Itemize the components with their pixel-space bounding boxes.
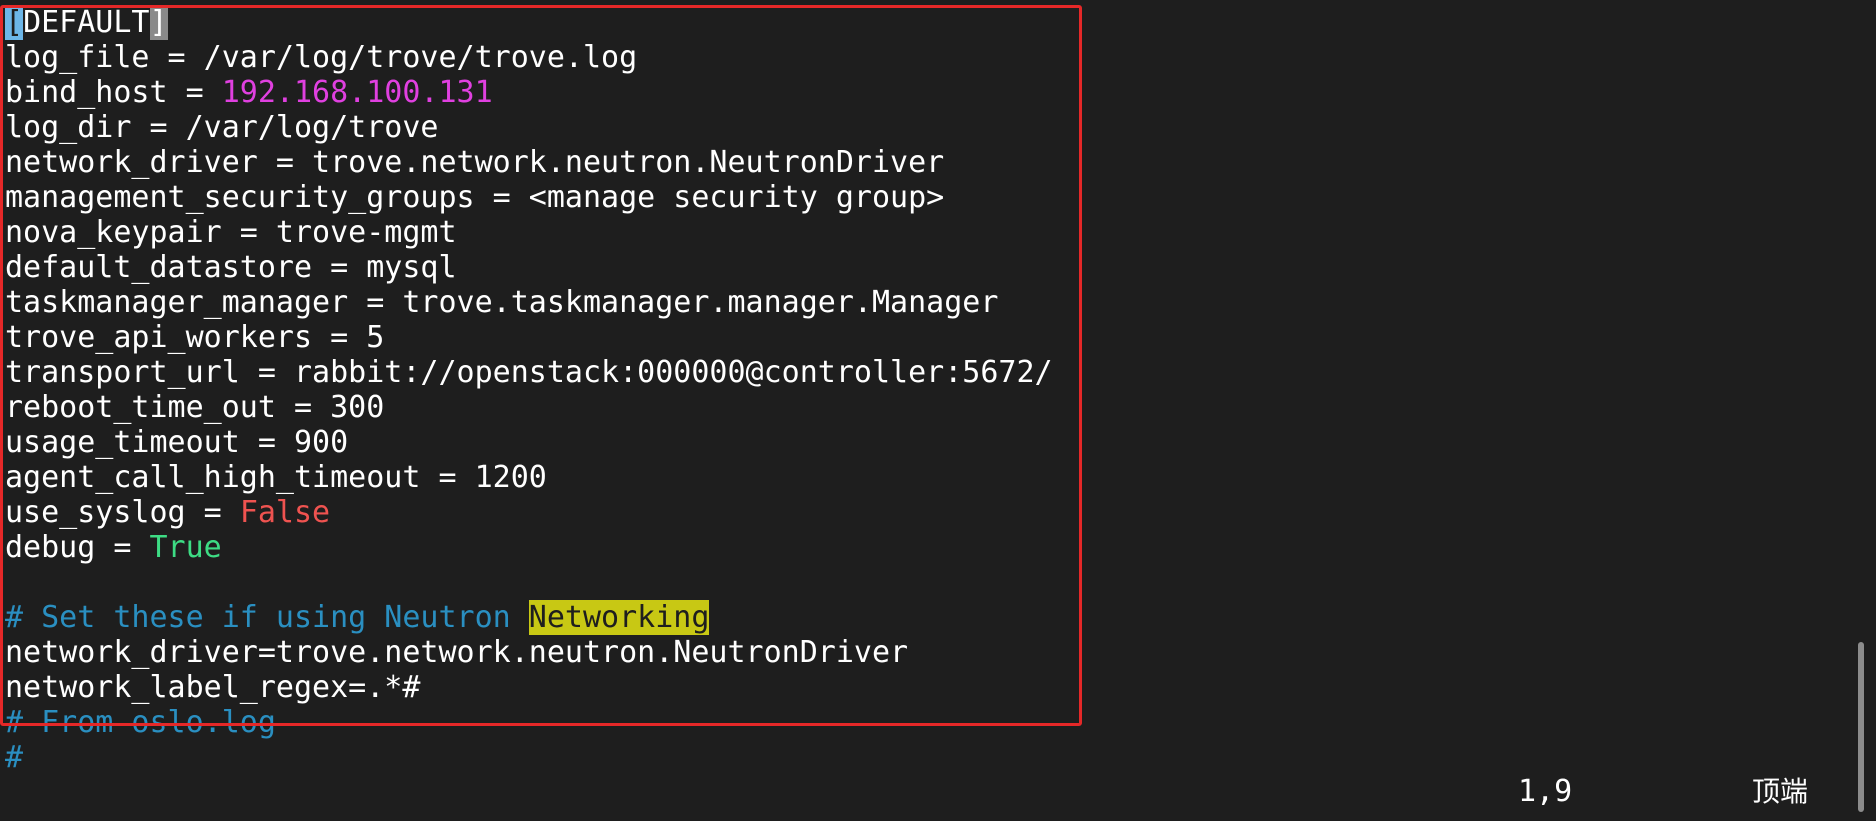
code-text: usage_timeout = 900 [5,425,349,460]
code-text: debug = [5,530,150,565]
code-line[interactable]: # [5,740,1053,775]
boolean-false-value: False [239,495,331,530]
ip-address-value: 192.168.100.131 [221,75,493,110]
code-text: reboot_time_out = 300 [5,390,385,425]
code-comment: # From oslo.log [5,705,276,740]
text-cursor: [ [5,5,24,40]
code-text: management_security_groups = <manage sec… [5,180,945,215]
code-text: trove_api_workers = 5 [5,320,385,355]
code-text: network_driver = trove.network.neutron.N… [5,145,945,180]
code-comment: # Set these if using Neutron [5,600,529,635]
code-text: use_syslog = [5,495,240,530]
code-text: agent_call_high_timeout = 1200 [5,460,547,495]
code-text: DEFAULT [23,5,150,40]
boolean-true-value: True [149,530,222,565]
scroll-position-indicator: 顶端 [1752,775,1809,808]
code-line[interactable] [5,565,1053,600]
code-line[interactable]: usage_timeout = 900 [5,425,1053,460]
search-highlight: Networking [528,600,710,635]
code-line[interactable]: log_file = /var/log/trove/trove.log [5,40,1053,75]
terminal-window[interactable]: [DEFAULT] log_file = /var/log/trove/trove… [0,0,1876,821]
code-text: default_datastore = mysql [5,250,457,285]
matching-bracket: ] [149,5,168,40]
code-line[interactable]: agent_call_high_timeout = 1200 [5,460,1053,495]
code-line[interactable]: default_datastore = mysql [5,250,1053,285]
code-line[interactable]: trove_api_workers = 5 [5,320,1053,355]
code-line[interactable]: network_driver = trove.network.neutron.N… [5,145,1053,180]
code-line[interactable]: network_driver=trove.network.neutron.Neu… [5,635,1053,670]
code-line[interactable]: debug = True [5,530,1053,565]
code-line[interactable]: # From oslo.log [5,705,1053,740]
code-text: log_dir = /var/log/trove [5,110,439,145]
code-text: network_driver=trove.network.neutron.Neu… [5,635,909,670]
code-line[interactable]: transport_url = rabbit://openstack:00000… [5,355,1053,390]
code-line[interactable]: log_dir = /var/log/trove [5,110,1053,145]
code-text: taskmanager_manager = trove.taskmanager.… [5,285,999,320]
code-comment: # [5,740,24,775]
code-text: bind_host = [5,75,222,110]
code-line[interactable]: bind_host = 192.168.100.131 [5,75,1053,110]
cursor-position-indicator: 1,9 [1518,774,1573,809]
scrollbar-thumb[interactable] [1858,642,1864,812]
code-line[interactable]: # Set these if using Neutron Networking [5,600,1053,635]
vim-editor-buffer[interactable]: [DEFAULT] log_file = /var/log/trove/trove… [5,5,1053,775]
code-line[interactable]: reboot_time_out = 300 [5,390,1053,425]
code-text: log_file = /var/log/trove/trove.log [5,40,638,75]
code-line[interactable]: taskmanager_manager = trove.taskmanager.… [5,285,1053,320]
code-text: transport_url = rabbit://openstack:00000… [5,355,1053,390]
code-line[interactable]: [DEFAULT] [5,5,1053,40]
code-text: nova_keypair = trove-mgmt [5,215,457,250]
code-text: network_label_regex=.*# [5,670,421,705]
code-line[interactable]: network_label_regex=.*# [5,670,1053,705]
code-line[interactable]: use_syslog = False [5,495,1053,530]
code-line[interactable]: management_security_groups = <manage sec… [5,180,1053,215]
code-line[interactable]: nova_keypair = trove-mgmt [5,215,1053,250]
